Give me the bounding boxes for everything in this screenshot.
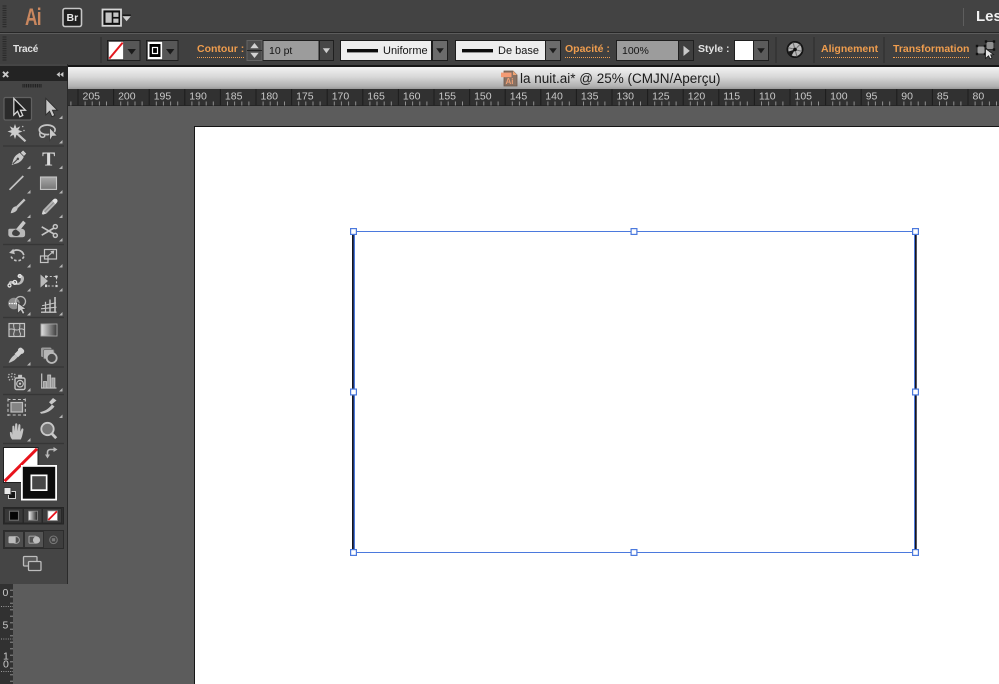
svg-text:200: 200: [118, 91, 136, 103]
svg-text:85: 85: [937, 91, 949, 103]
svg-text:125: 125: [652, 91, 670, 103]
svg-text:195: 195: [154, 91, 172, 103]
svg-text:155: 155: [439, 91, 457, 103]
svg-text:105: 105: [795, 91, 813, 103]
svg-text:150: 150: [474, 91, 492, 103]
svg-text:180: 180: [261, 91, 279, 103]
svg-text:0: 0: [3, 587, 9, 599]
svg-text:170: 170: [332, 91, 350, 103]
svg-text:140: 140: [545, 91, 563, 103]
svg-text:100: 100: [830, 91, 848, 103]
svg-text:95: 95: [866, 91, 878, 103]
svg-text:160: 160: [403, 91, 421, 103]
svg-text:110: 110: [759, 91, 776, 103]
svg-text:185: 185: [225, 91, 243, 103]
svg-text:205: 205: [83, 91, 101, 103]
svg-text:145: 145: [510, 91, 528, 103]
svg-text:135: 135: [581, 91, 599, 103]
svg-text:0: 0: [3, 659, 9, 671]
svg-text:120: 120: [688, 91, 706, 103]
svg-text:175: 175: [296, 91, 314, 103]
svg-text:90: 90: [901, 91, 913, 103]
svg-text:130: 130: [617, 91, 635, 103]
svg-text:Ai: Ai: [506, 77, 514, 86]
svg-text:5: 5: [3, 620, 9, 632]
svg-text:115: 115: [723, 91, 740, 103]
svg-text:190: 190: [189, 91, 207, 103]
svg-text:80: 80: [973, 91, 985, 103]
svg-text:T: T: [42, 149, 55, 170]
svg-text:165: 165: [367, 91, 385, 103]
